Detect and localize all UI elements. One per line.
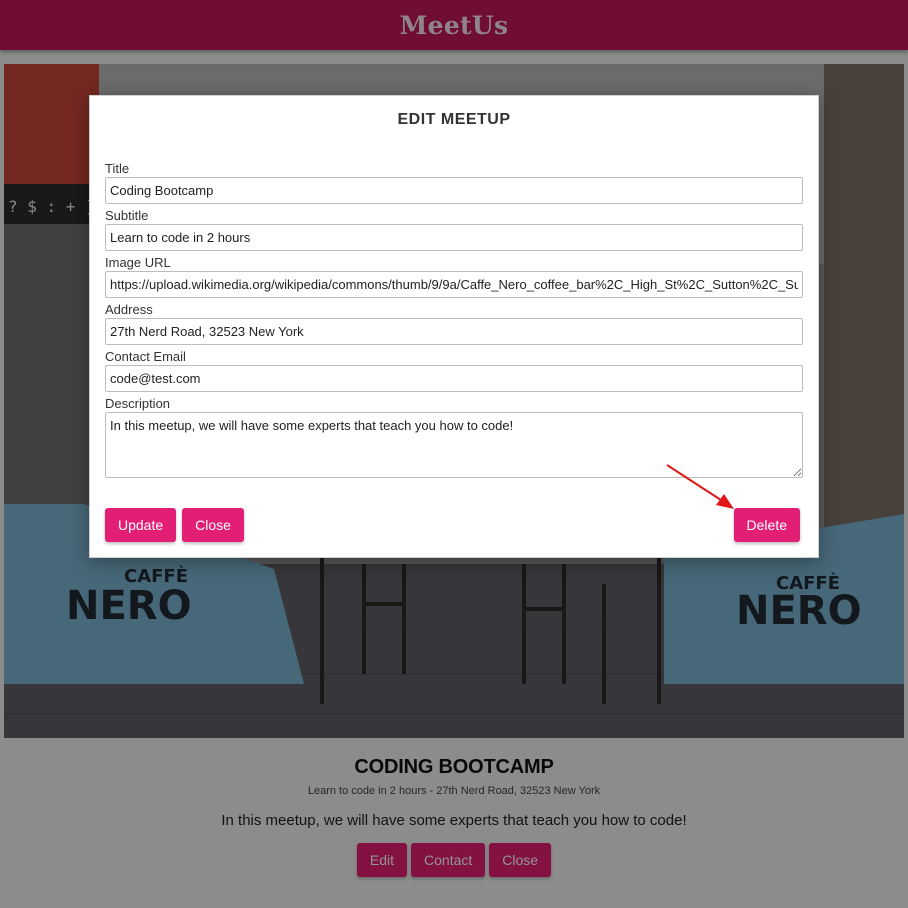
- annotation-arrow-icon: [666, 464, 734, 509]
- address-input[interactable]: [105, 318, 803, 345]
- contact-email-input[interactable]: [105, 365, 803, 392]
- dialog-actions: Update Close: [105, 508, 244, 542]
- subtitle-input[interactable]: [105, 224, 803, 251]
- description-label: Description: [105, 396, 171, 411]
- title-label: Title: [105, 161, 130, 176]
- image-url-input[interactable]: [105, 271, 803, 298]
- dialog-close-button[interactable]: Close: [182, 508, 244, 542]
- address-label: Address: [105, 302, 153, 317]
- title-input[interactable]: [105, 177, 803, 204]
- update-button[interactable]: Update: [105, 508, 177, 542]
- contact-email-label: Contact Email: [105, 349, 186, 364]
- dialog-title: EDIT MEETUP: [397, 111, 511, 128]
- edit-meetup-form: Title Subtitle Image URL Address Contact…: [105, 160, 803, 481]
- image-url-label: Image URL: [105, 255, 171, 270]
- subtitle-label: Subtitle: [105, 208, 149, 223]
